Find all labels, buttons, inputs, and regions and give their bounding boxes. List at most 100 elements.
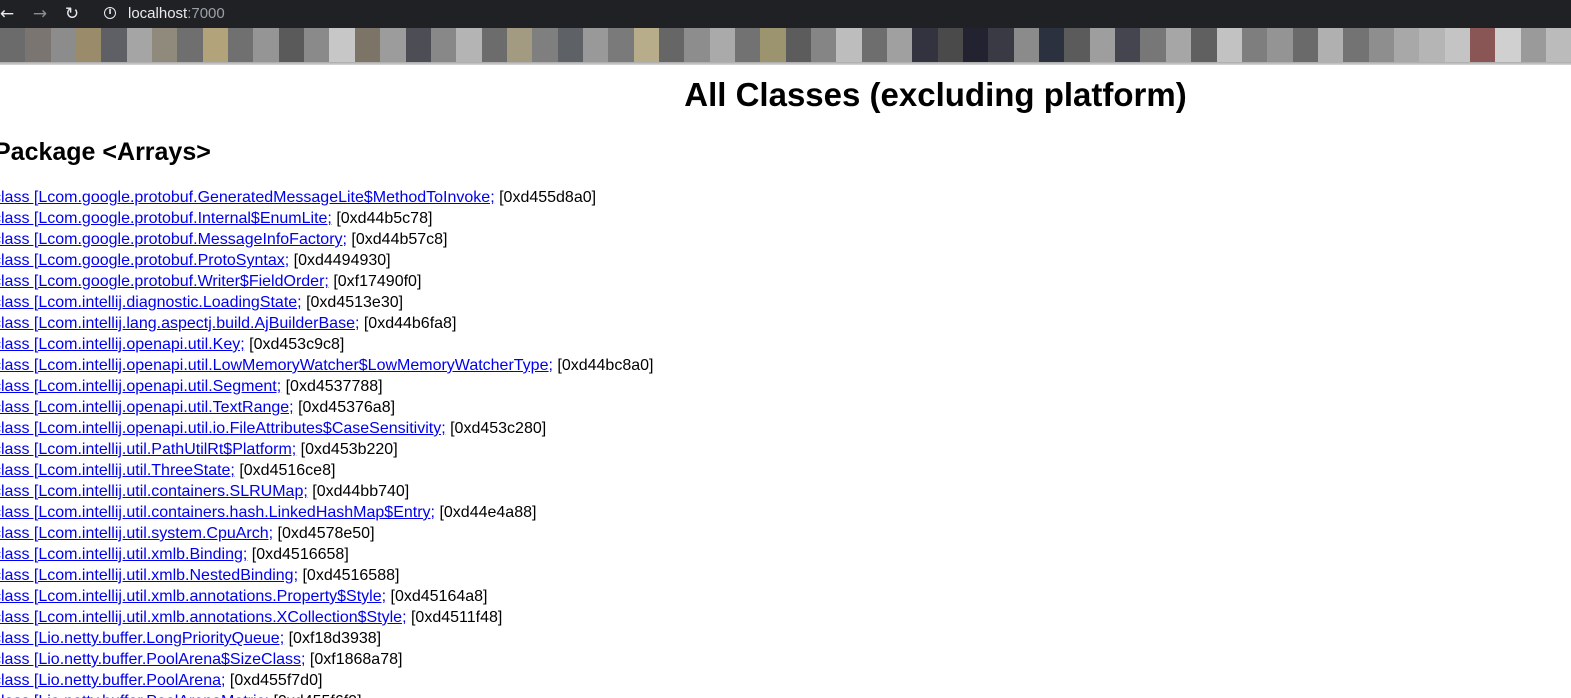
- site-info-icon[interactable]: i: [104, 7, 116, 19]
- address-bar-url[interactable]: localhost:7000: [128, 5, 225, 23]
- forward-arrow-icon[interactable]: →: [29, 3, 51, 25]
- class-list: class [Lcom.google.protobuf.GeneratedMes…: [0, 187, 653, 698]
- bookmark-blur-block: [1343, 28, 1369, 62]
- class-row: class [Lcom.intellij.util.containers.has…: [0, 502, 653, 523]
- class-link[interactable]: class [Lcom.intellij.diagnostic.LoadingS…: [0, 294, 302, 311]
- bookmark-blur-block: [836, 28, 862, 62]
- bookmark-blur-block: [760, 28, 786, 62]
- class-row: class [Lcom.intellij.openapi.util.TextRa…: [0, 397, 653, 418]
- bookmark-blur-block: [380, 28, 406, 62]
- bookmark-blur-block: [887, 28, 913, 62]
- class-address: [0xd44b6fa8]: [363, 315, 457, 332]
- class-link[interactable]: class [Lcom.intellij.openapi.util.io.Fil…: [0, 420, 446, 437]
- bookmark-blur-block: [1140, 28, 1166, 62]
- class-address: [0xd44e4a88]: [439, 504, 537, 521]
- class-address: [0xd45164a8]: [390, 588, 488, 605]
- bookmark-blur-block: [684, 28, 710, 62]
- bookmark-blur-block: [1241, 28, 1268, 62]
- class-row: class [Lcom.intellij.util.system.CpuArch…: [0, 523, 653, 544]
- class-link[interactable]: class [Lcom.google.protobuf.GeneratedMes…: [0, 189, 495, 206]
- bookmark-blur-block: [1039, 28, 1065, 62]
- class-link[interactable]: class [Lcom.intellij.util.system.CpuArch…: [0, 525, 273, 542]
- class-link[interactable]: class [Lio.netty.buffer.PoolArena;: [0, 672, 225, 689]
- class-link[interactable]: class [Lcom.intellij.util.xmlb.annotatio…: [0, 588, 386, 605]
- class-link[interactable]: class [Lcom.intellij.util.xmlb.annotatio…: [0, 609, 407, 626]
- class-address: [0xf18d3938]: [288, 630, 382, 647]
- class-address: [0xd4494930]: [293, 252, 391, 269]
- bookmark-blur-block: [937, 28, 964, 62]
- class-link[interactable]: class [Lio.netty.buffer.LongPriorityQueu…: [0, 630, 284, 647]
- bookmark-blur-block: [734, 28, 761, 62]
- class-link[interactable]: class [Lcom.google.protobuf.Internal$Enu…: [0, 210, 332, 227]
- bookmark-blur-block: [1317, 28, 1344, 62]
- class-link[interactable]: class [Lcom.google.protobuf.ProtoSyntax;: [0, 252, 289, 269]
- bookmark-blur-block: [202, 28, 229, 62]
- bookmark-blur-block: [1393, 28, 1420, 62]
- bookmark-blur-block: [785, 28, 811, 62]
- bookmark-blur-block: [177, 28, 203, 62]
- class-address: [0xd4513e30]: [306, 294, 404, 311]
- class-link[interactable]: class [Lio.netty.buffer.PoolArena$SizeCl…: [0, 651, 305, 668]
- bookmark-blur-block: [1115, 28, 1141, 62]
- bookmark-blur-block: [25, 28, 51, 62]
- bookmark-blur-block: [1064, 28, 1090, 62]
- class-address: [0xd455f6f0]: [273, 693, 361, 698]
- bookmark-blur-block: [633, 28, 659, 62]
- address-bar[interactable]: i localhost:7000: [96, 2, 1571, 26]
- bookmark-blur-block: [912, 28, 938, 62]
- bookmark-blur-block: [506, 28, 533, 62]
- class-link[interactable]: class [Lcom.intellij.util.xmlb.NestedBin…: [0, 567, 298, 584]
- class-row: class [Lio.netty.buffer.PoolArenaMetric;…: [0, 691, 653, 698]
- reload-icon[interactable]: ↻: [61, 3, 83, 25]
- class-link[interactable]: class [Lcom.intellij.openapi.util.Key;: [0, 336, 245, 353]
- class-row: class [Lcom.google.protobuf.Writer$Field…: [0, 271, 653, 292]
- class-row: class [Lcom.intellij.openapi.util.io.Fil…: [0, 418, 653, 439]
- class-link[interactable]: class [Lcom.intellij.util.ThreeState;: [0, 462, 235, 479]
- bookmark-blur-block: [0, 28, 26, 62]
- bookmark-blur-block: [1495, 28, 1521, 62]
- bookmark-blur-block: [1013, 28, 1040, 62]
- bookmark-blur-block: [1267, 28, 1293, 62]
- bookmark-blur-block: [658, 28, 685, 62]
- class-link[interactable]: class [Lcom.intellij.util.containers.SLR…: [0, 483, 308, 500]
- class-row: class [Lio.netty.buffer.LongPriorityQueu…: [0, 628, 653, 649]
- bookmark-blur-block: [481, 28, 507, 62]
- bookmark-blur-block: [1444, 28, 1470, 62]
- bookmark-blur-block: [1419, 28, 1445, 62]
- bookmark-blur-block: [304, 28, 330, 62]
- class-link[interactable]: class [Lcom.intellij.openapi.util.LowMem…: [0, 357, 553, 374]
- bookmark-blur-block: [582, 28, 609, 62]
- class-row: class [Lcom.intellij.util.xmlb.annotatio…: [0, 586, 653, 607]
- class-row: class [Lcom.intellij.util.containers.SLR…: [0, 481, 653, 502]
- class-link[interactable]: class [Lcom.google.protobuf.Writer$Field…: [0, 273, 329, 290]
- class-link[interactable]: class [Lio.netty.buffer.PoolArenaMetric;: [0, 693, 269, 698]
- class-address: [0xd45376a8]: [298, 399, 396, 416]
- page-title: All Classes (excluding platform): [684, 76, 1187, 113]
- class-address: [0xd453b220]: [300, 441, 398, 458]
- bookmark-blur-block: [101, 28, 127, 62]
- class-row: class [Lio.netty.buffer.PoolArena$SizeCl…: [0, 649, 653, 670]
- class-row: class [Lcom.intellij.openapi.util.Key; […: [0, 334, 653, 355]
- class-row: class [Lcom.intellij.util.xmlb.annotatio…: [0, 607, 653, 628]
- bookmark-blur-block: [861, 28, 888, 62]
- bookmark-blur-block: [405, 28, 431, 62]
- class-link[interactable]: class [Lcom.intellij.openapi.util.Segmen…: [0, 378, 281, 395]
- class-row: class [Lcom.intellij.openapi.util.Segmen…: [0, 376, 653, 397]
- bookmark-blur-block: [532, 28, 558, 62]
- back-arrow-icon[interactable]: ←: [0, 3, 18, 25]
- class-row: class [Lcom.google.protobuf.MessageInfoF…: [0, 229, 653, 250]
- bookmark-blur-block: [1520, 28, 1546, 62]
- class-link[interactable]: class [Lcom.intellij.lang.aspectj.build.…: [0, 315, 359, 332]
- class-link[interactable]: class [Lcom.google.protobuf.MessageInfoF…: [0, 231, 347, 248]
- class-row: class [Lcom.intellij.util.xmlb.NestedBin…: [0, 565, 653, 586]
- bookmark-blur-block: [456, 28, 482, 62]
- package-heading: Package <Arrays>: [0, 138, 211, 166]
- class-link[interactable]: class [Lcom.intellij.openapi.util.TextRa…: [0, 399, 294, 416]
- class-link[interactable]: class [Lcom.intellij.util.PathUtilRt$Pla…: [0, 441, 296, 458]
- class-address: [0xd4516ce8]: [239, 462, 336, 479]
- class-row: class [Lcom.google.protobuf.ProtoSyntax;…: [0, 250, 653, 271]
- class-address: [0xd44bc8a0]: [557, 357, 654, 374]
- class-link[interactable]: class [Lcom.intellij.util.xmlb.Binding;: [0, 546, 247, 563]
- class-link[interactable]: class [Lcom.intellij.util.containers.has…: [0, 504, 435, 521]
- bookmark-blur-block: [1191, 28, 1217, 62]
